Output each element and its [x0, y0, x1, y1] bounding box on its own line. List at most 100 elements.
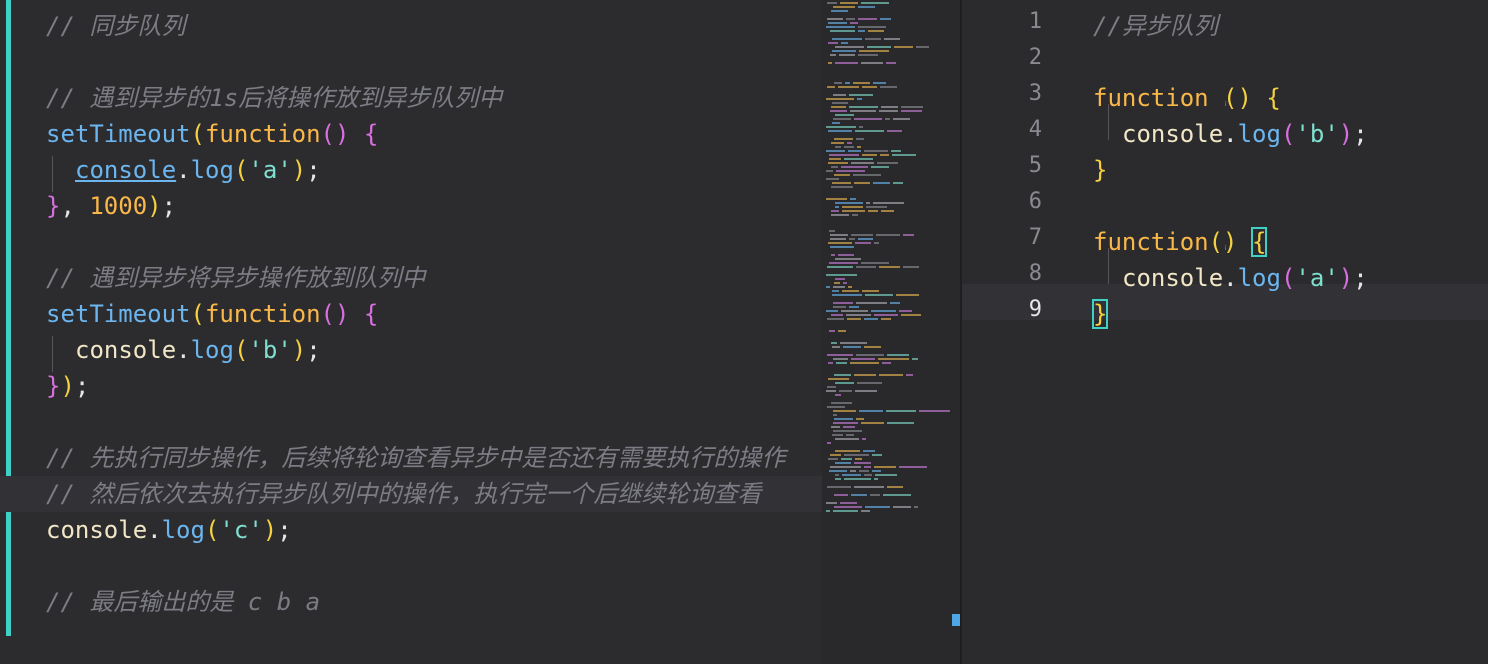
minimap[interactable] — [822, 0, 960, 664]
code-line[interactable]: console.log('b'); — [75, 332, 321, 368]
code-line[interactable]: }, 1000); — [46, 188, 176, 224]
code-token: ; — [1353, 120, 1368, 148]
minimap-line — [859, 126, 863, 128]
minimap-line — [831, 10, 848, 12]
line-number: 1 — [1028, 9, 1042, 34]
minimap-line — [836, 362, 847, 364]
minimap-line — [867, 46, 891, 48]
minimap-line — [828, 22, 847, 24]
minimap-line — [834, 494, 848, 496]
minimap-line — [854, 182, 870, 184]
minimap-line — [886, 62, 896, 64]
minimap-line — [833, 286, 845, 288]
code-token: log — [190, 156, 234, 184]
minimap-line — [829, 158, 841, 160]
left-editor-pane[interactable]: // 同步队列// 遇到异步的1s后将操作放到异步队列中 setTimeout(f… — [0, 0, 960, 664]
code-token: 'a' — [1295, 264, 1339, 292]
minimap-line — [841, 166, 868, 168]
code-token: ; — [306, 156, 321, 184]
code-line[interactable]: console.log('a'); — [1122, 260, 1368, 296]
minimap-line — [861, 2, 889, 4]
code-token: // 然后依次去执行异步队列中的操作，执行完一个后继续轮询查看 — [46, 480, 762, 508]
minimap-line — [856, 266, 876, 268]
minimap-line — [903, 234, 914, 236]
minimap-line — [835, 382, 854, 384]
minimap-line — [842, 474, 861, 476]
code-line[interactable]: // 然后依次去执行异步队列中的操作，执行完一个后继续轮询查看 — [46, 476, 761, 512]
code-line[interactable]: // 同步队列 — [46, 8, 185, 44]
code-line[interactable]: setTimeout(function() { — [46, 296, 378, 332]
code-token: function — [1093, 84, 1209, 112]
minimap-line — [828, 378, 849, 380]
minimap-line — [832, 38, 862, 40]
minimap-line — [833, 306, 846, 308]
minimap-line — [835, 394, 841, 396]
minimap-line — [827, 86, 835, 88]
minimap-line — [879, 110, 898, 112]
code-token: function — [204, 300, 321, 328]
code-line[interactable]: setTimeout(function() { — [46, 116, 378, 152]
minimap-line — [914, 506, 918, 508]
code-line[interactable]: console.log('c'); — [46, 512, 292, 548]
minimap-line — [826, 310, 838, 312]
code-line[interactable]: // 遇到异步将异步操作放到队列中 — [46, 260, 425, 296]
minimap-line — [864, 150, 888, 152]
minimap-line — [882, 362, 891, 364]
minimap-line — [875, 474, 897, 476]
code-line[interactable]: function() { — [1093, 224, 1268, 260]
line-number: 9 — [1028, 297, 1042, 322]
code-line[interactable]: //异步队列 — [1093, 8, 1218, 44]
minimap-line — [835, 46, 864, 48]
minimap-line — [846, 434, 854, 436]
minimap-line — [831, 254, 835, 256]
minimap-line — [831, 214, 849, 216]
code-token: { — [1266, 84, 1281, 112]
code-line[interactable]: } — [1091, 296, 1109, 332]
minimap-line — [832, 294, 862, 296]
minimap-line — [832, 434, 843, 436]
code-token: ) — [262, 516, 278, 544]
minimap-line — [835, 62, 858, 64]
minimap-line — [877, 162, 898, 164]
minimap-line — [835, 438, 859, 440]
code-line[interactable]: console.log('a'); — [75, 152, 321, 188]
code-token: ) — [291, 156, 307, 184]
minimap-line — [826, 26, 855, 28]
minimap-line — [901, 106, 923, 108]
minimap-line — [855, 130, 884, 132]
code-line[interactable]: // 遇到异步的1s后将操作放到异步队列中 — [46, 80, 502, 116]
minimap-line — [891, 150, 901, 152]
code-line[interactable]: } — [1093, 152, 1107, 188]
minimap-line — [871, 166, 889, 168]
minimap-line — [831, 142, 844, 144]
minimap-line — [834, 418, 853, 420]
minimap-line — [833, 118, 851, 120]
code-token: log — [161, 516, 205, 544]
minimap-line — [851, 234, 873, 236]
code-token: // 最后输出的是 c b a — [46, 588, 321, 616]
minimap-line — [830, 234, 848, 236]
code-line[interactable]: // 先执行同步操作，后续将轮询查看异步中是否还有需要执行的操作 — [46, 440, 785, 476]
code-line[interactable]: function () { — [1093, 80, 1281, 116]
right-editor-pane[interactable]: 123456789 //异步队列 function () {console.log… — [962, 0, 1488, 664]
minimap-line — [892, 154, 916, 156]
modified-lines-gutter-indicator — [6, 0, 11, 636]
code-token: } — [1091, 299, 1109, 329]
code-token: ( — [1280, 120, 1296, 148]
minimap-line — [865, 506, 890, 508]
minimap-line — [851, 494, 867, 496]
minimap-line — [834, 374, 851, 376]
minimap-line — [831, 402, 852, 404]
minimap-line — [856, 302, 887, 304]
code-line[interactable]: // 最后输出的是 c b a — [46, 584, 320, 620]
line-number: 2 — [1028, 45, 1042, 70]
code-line[interactable]: }); — [46, 368, 89, 404]
minimap-line — [829, 262, 858, 264]
minimap-scroll-indicator[interactable] — [952, 614, 960, 626]
code-token: . — [1223, 120, 1238, 148]
minimap-line — [899, 310, 912, 312]
error-squiggle-marker: ꜟ — [1222, 95, 1230, 109]
minimap-line — [903, 266, 919, 268]
code-line[interactable]: console.log('b'); — [1122, 116, 1368, 152]
